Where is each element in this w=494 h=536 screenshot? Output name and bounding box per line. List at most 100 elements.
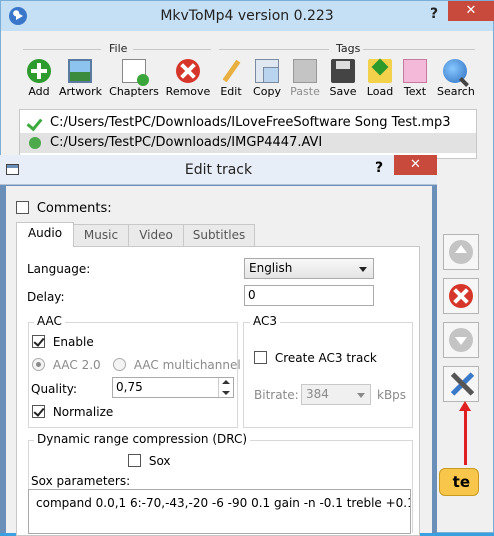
file-list-item[interactable]: C:/Users/TestPC/Downloads/ILoveFreeSoftw… xyxy=(20,113,476,133)
file-group-line-right xyxy=(133,49,211,50)
green-dot-icon xyxy=(29,137,41,149)
comments-label: Comments: xyxy=(36,201,112,216)
add-icon xyxy=(27,59,51,83)
dialog-titlebar: Edit track ? ✕ xyxy=(0,155,437,185)
file-list-item[interactable]: C:/Users/TestPC/Downloads/IMGP4447.AVI xyxy=(20,133,476,153)
ac3-fieldset xyxy=(243,322,413,428)
load-label: Load xyxy=(366,85,394,98)
quality-spinbox[interactable]: 0,75 xyxy=(112,377,234,398)
ac3-legend: AC3 xyxy=(250,314,281,328)
floppy-icon xyxy=(331,59,355,83)
main-titlebar: MkvToMp4 version 0.223 ? ✕ xyxy=(1,1,494,31)
aac20-radio-row[interactable]: AAC 2.0 xyxy=(32,358,101,372)
file-path: C:/Users/TestPC/Downloads/ILoveFreeSoftw… xyxy=(50,115,451,130)
sox-checkbox[interactable] xyxy=(128,454,141,467)
search-icon xyxy=(443,59,467,83)
create-ac3-checkbox[interactable] xyxy=(254,351,267,364)
sox-row[interactable]: Sox xyxy=(128,454,171,468)
sox-label: Sox xyxy=(148,454,171,468)
add-button[interactable]: Add xyxy=(24,59,54,103)
comments-checkbox-row[interactable]: Comments: xyxy=(16,201,112,216)
paste-icon xyxy=(293,59,317,83)
remove-label: Remove xyxy=(165,85,211,98)
edit-button[interactable]: Edit xyxy=(216,59,246,103)
save-label: Save xyxy=(329,85,357,98)
aac-multichannel-label: AAC multichannel xyxy=(133,358,241,372)
aac-enable-checkbox[interactable] xyxy=(32,335,45,348)
tab-audio[interactable]: Audio xyxy=(16,222,74,247)
normalize-row[interactable]: Normalize xyxy=(32,405,113,419)
bitrate-value: 384 xyxy=(306,387,329,401)
remove-button[interactable]: Remove xyxy=(164,59,212,103)
language-select[interactable]: English xyxy=(244,258,374,279)
aac20-radio[interactable] xyxy=(32,358,45,371)
aac20-label: AAC 2.0 xyxy=(52,358,101,372)
bitrate-select[interactable]: 384 xyxy=(301,384,371,405)
artwork-icon xyxy=(68,59,92,83)
aac-multichannel-radio[interactable] xyxy=(113,358,126,371)
bitrate-label: Bitrate: xyxy=(254,388,299,402)
language-selected-value: English xyxy=(249,261,293,275)
search-button[interactable]: Search xyxy=(437,59,475,103)
file-group-label: File xyxy=(109,42,128,55)
dialog-close-button[interactable]: ✕ xyxy=(394,155,437,175)
move-down-button[interactable] xyxy=(443,322,479,358)
comments-checkbox[interactable] xyxy=(16,201,29,214)
file-list[interactable]: C:/Users/TestPC/Downloads/ILoveFreeSoftw… xyxy=(19,109,477,159)
dialog-title: Edit track xyxy=(184,162,253,178)
sox-params-input[interactable]: compand 0.0,1 6:-70,-43,-20 -6 -90 0.1 g… xyxy=(28,489,411,534)
tab-video[interactable]: Video xyxy=(128,224,184,246)
quality-value: 0,75 xyxy=(116,380,143,394)
spinner-arrows-icon[interactable] xyxy=(218,378,233,397)
dialog-help-button[interactable]: ? xyxy=(375,160,383,176)
red-arrow-annotation xyxy=(459,401,471,465)
pencil-icon xyxy=(219,59,243,83)
normalize-checkbox[interactable] xyxy=(32,405,45,418)
save-button[interactable]: Save xyxy=(328,59,358,103)
bitrate-unit: kBps xyxy=(377,388,407,402)
text-button[interactable]: Text xyxy=(401,59,429,103)
convert-button[interactable]: te xyxy=(439,468,479,496)
chapters-button[interactable]: Chapters xyxy=(109,59,159,103)
load-button[interactable]: Load xyxy=(365,59,395,103)
tags-group-label: Tags xyxy=(336,42,361,55)
tags-group-line-right xyxy=(363,49,475,50)
copy-label: Copy xyxy=(253,85,281,98)
aac-enable-label: Enable xyxy=(52,335,94,349)
text-icon xyxy=(403,59,427,83)
chapters-icon xyxy=(122,59,149,86)
artwork-button[interactable]: Artwork xyxy=(59,59,102,103)
search-label: Search xyxy=(437,85,475,98)
paste-label: Paste xyxy=(290,85,320,98)
remove-icon xyxy=(176,59,200,83)
tab-subtitles[interactable]: Subtitles xyxy=(183,224,255,246)
create-ac3-label: Create AC3 track xyxy=(274,351,377,365)
edit-label: Edit xyxy=(220,85,242,98)
aac-multichannel-radio-row[interactable]: AAC multichannel xyxy=(113,358,241,372)
chevron-down-icon xyxy=(359,267,367,272)
main-close-button[interactable]: ✕ xyxy=(448,1,494,21)
delete-track-button[interactable] xyxy=(443,278,479,314)
main-help-button[interactable]: ? xyxy=(430,6,438,22)
language-label: Language: xyxy=(27,262,91,276)
file-group-line-left xyxy=(23,49,101,50)
add-label: Add xyxy=(28,85,50,98)
tools-icon xyxy=(450,370,474,398)
paste-button[interactable]: Paste xyxy=(288,59,322,103)
move-up-button[interactable] xyxy=(443,234,479,270)
create-ac3-row[interactable]: Create AC3 track xyxy=(254,351,377,365)
aac-enable-row[interactable]: Enable xyxy=(32,335,94,349)
checkmark-icon xyxy=(28,116,44,128)
edit-track-button[interactable] xyxy=(443,366,479,402)
main-window-title: MkvToMp4 version 0.223 xyxy=(160,8,334,24)
tab-music[interactable]: Music xyxy=(73,224,129,246)
tags-group-line-left xyxy=(219,49,329,50)
copy-icon xyxy=(255,59,279,83)
delay-input[interactable]: 0 xyxy=(244,285,374,306)
arrow-up-icon xyxy=(449,240,473,264)
delay-label: Delay: xyxy=(27,290,65,304)
copy-button[interactable]: Copy xyxy=(251,59,283,103)
text-label: Text xyxy=(403,85,427,98)
close-icon xyxy=(449,284,473,308)
aac-legend: AAC xyxy=(34,314,65,328)
